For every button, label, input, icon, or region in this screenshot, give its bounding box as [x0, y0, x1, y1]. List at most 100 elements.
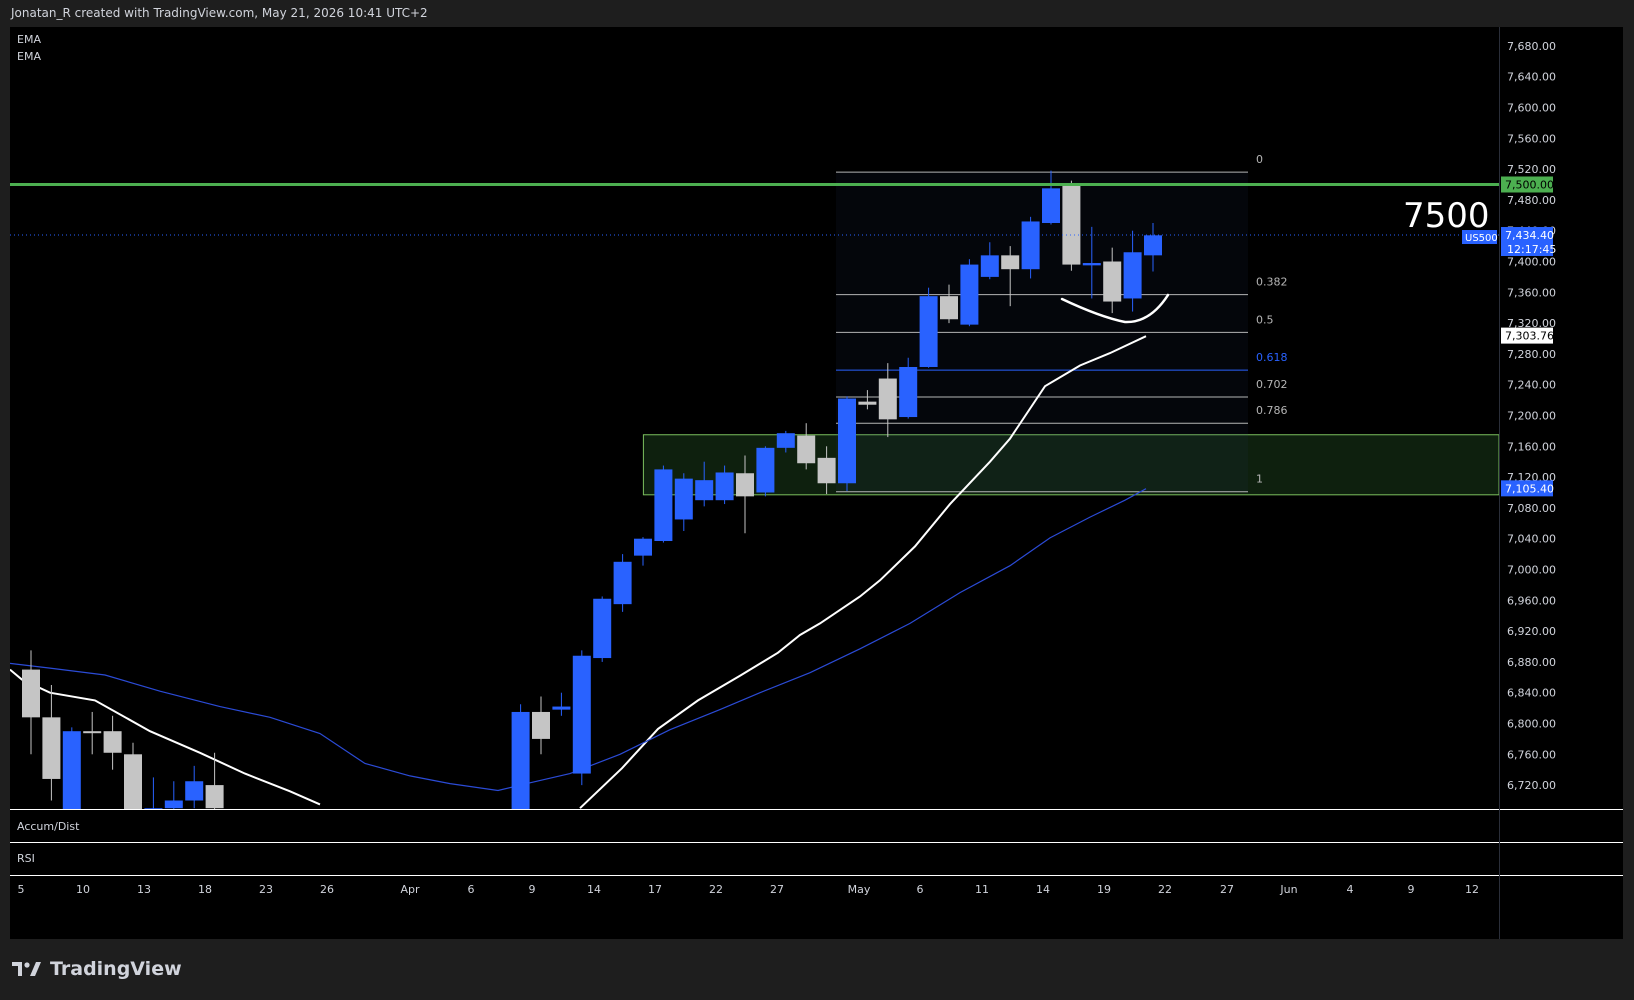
candle-body [1123, 252, 1142, 299]
candle-body [776, 433, 795, 448]
x-tick-label: 6 [917, 883, 924, 896]
y-tick-label: 7,360.00 [1507, 286, 1556, 299]
candle [960, 259, 979, 327]
y-tick-label: 6,840.00 [1507, 687, 1556, 700]
y-tick-label: 7,640.00 [1507, 71, 1556, 84]
countdown-label: 12:17:45 [1507, 243, 1556, 256]
candle-body [42, 717, 61, 779]
y-tick-label: 7,160.00 [1507, 440, 1556, 453]
candle [22, 650, 40, 755]
candle-body [858, 401, 877, 405]
y-tick-label: 7,400.00 [1507, 256, 1556, 269]
candle-body [634, 538, 652, 556]
candle-body [124, 754, 142, 816]
x-tick-label: 9 [1408, 883, 1415, 896]
x-tick-label: 27 [1220, 883, 1234, 896]
candle [654, 465, 673, 543]
candle-body [919, 296, 938, 367]
candle-body [960, 264, 979, 325]
fib-label-0: 0 [1256, 153, 1263, 166]
y-tick-label: 7,040.00 [1507, 533, 1556, 546]
x-tick-label: 11 [975, 883, 989, 896]
chart-attribution: Jonatan_R created with TradingView.com, … [11, 6, 428, 20]
candle [1062, 180, 1081, 271]
y-tick-label: 7,480.00 [1507, 194, 1556, 207]
fib-label-0-5: 0.5 [1256, 313, 1274, 326]
candle-body [593, 598, 612, 659]
y-tick-label: 6,920.00 [1507, 625, 1556, 638]
price-label: 7,500.00 [1505, 179, 1554, 192]
x-tick-label: 17 [648, 883, 662, 896]
candle-body [1103, 261, 1122, 302]
y-tick-label: 6,880.00 [1507, 656, 1556, 669]
candle-body [980, 255, 999, 277]
candle-body [62, 731, 81, 820]
price-label: 7,303.76 [1505, 330, 1554, 343]
x-tick-label: 6 [468, 883, 475, 896]
x-tick-label: 19 [1097, 883, 1111, 896]
x-tick-label: 18 [198, 883, 212, 896]
x-tick-label: May [848, 883, 871, 896]
candle [83, 711, 102, 755]
candle-body [532, 711, 550, 739]
y-tick-label: 7,280.00 [1507, 348, 1556, 361]
candle-body [797, 435, 816, 464]
candle [613, 554, 632, 612]
y-tick-label: 6,960.00 [1507, 594, 1556, 607]
candle [552, 692, 571, 716]
x-tick-label: 22 [709, 883, 723, 896]
candle [1021, 216, 1040, 279]
x-tick-label: 9 [529, 883, 536, 896]
candle [532, 696, 550, 755]
y-tick-label: 7,240.00 [1507, 379, 1556, 392]
y-tick-label: 7,560.00 [1507, 132, 1556, 145]
x-tick-label: 22 [1158, 883, 1172, 896]
candlestick-chart[interactable]: 0 0.382 0.5 0.618 0.702 0.786 1 7500US500 EMA EM… [10, 27, 1623, 939]
candle-body [22, 669, 40, 718]
y-tick-label: 6,760.00 [1507, 748, 1556, 761]
x-tick-label: 27 [770, 883, 784, 896]
candle-body [164, 800, 183, 809]
candle-body [103, 731, 122, 753]
candle-body [1042, 188, 1060, 223]
candle [103, 715, 122, 770]
x-tick-label: 5 [18, 883, 25, 896]
fib-label-1: 1 [1256, 473, 1263, 486]
x-tick-label: 13 [137, 883, 151, 896]
accum-dist-label: Accum/Dist [17, 820, 80, 833]
fib-label-0-618: 0.618 [1256, 351, 1288, 364]
price-label: 7,105.40 [1505, 482, 1554, 495]
candle [185, 765, 204, 809]
x-tick-label: Jun [1279, 883, 1297, 896]
candle [919, 287, 938, 368]
candle [572, 650, 591, 786]
y-tick-label: 6,720.00 [1507, 779, 1556, 792]
candle-body [613, 561, 632, 605]
candle-body [185, 781, 204, 801]
y-tick-label: 7,600.00 [1507, 102, 1556, 115]
chart-area[interactable]: 0 0.382 0.5 0.618 0.702 0.786 1 7500 US500 EMA EM… [10, 27, 1623, 939]
candle-body [756, 447, 775, 493]
candle-body [940, 296, 958, 320]
y-tick-label: 7,200.00 [1507, 410, 1556, 423]
candle-body [899, 366, 918, 418]
fib-label-0-702: 0.702 [1256, 378, 1288, 391]
candle-body [736, 473, 754, 497]
candle-body [654, 469, 673, 542]
big-price-label: 7500 [1403, 196, 1490, 236]
tradingview-logo-icon [12, 962, 41, 976]
y-tick-label: 6,800.00 [1507, 718, 1556, 731]
tradingview-logo[interactable]: TradingView [12, 956, 182, 982]
candle [593, 596, 612, 662]
ema-indicator-label: EMA [17, 33, 41, 46]
candle-body [552, 706, 571, 710]
candle-body [1144, 235, 1162, 256]
y-tick-label: 7,080.00 [1507, 502, 1556, 515]
candle [674, 473, 693, 531]
x-tick-label: 12 [1465, 883, 1479, 896]
x-tick-label: 23 [259, 883, 273, 896]
y-tick-label: 7,000.00 [1507, 564, 1556, 577]
fib-label-0-382: 0.382 [1256, 276, 1288, 289]
x-tick-label: 10 [76, 883, 90, 896]
candle-body [817, 457, 836, 484]
